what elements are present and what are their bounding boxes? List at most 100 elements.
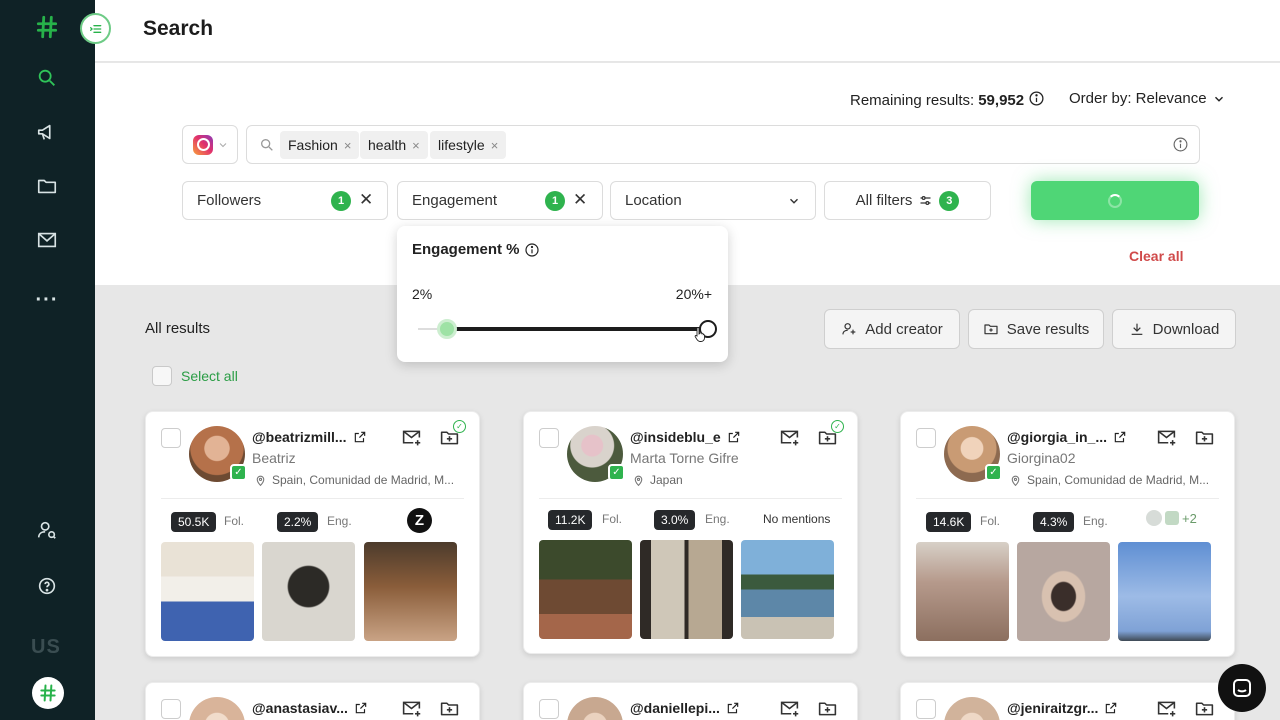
clear-all-link[interactable]: Clear all bbox=[1129, 248, 1183, 264]
card-checkbox[interactable] bbox=[161, 428, 181, 448]
help-icon[interactable] bbox=[30, 569, 64, 603]
download-button[interactable]: Download bbox=[1112, 309, 1236, 349]
saved-check-icon: ✓ bbox=[831, 420, 844, 433]
folder-plus-icon[interactable] bbox=[439, 698, 460, 720]
results-title: All results bbox=[145, 320, 211, 337]
creator-handle[interactable]: @beatrizmill... bbox=[252, 429, 367, 445]
external-link-icon[interactable] bbox=[354, 701, 368, 715]
creator-card[interactable]: @daniellepi... bbox=[523, 682, 858, 720]
hash-logo-icon[interactable] bbox=[30, 10, 64, 44]
more-icon[interactable]: ··· bbox=[30, 283, 64, 317]
region-label: US bbox=[31, 636, 61, 658]
creator-name: Marta Torne Gifre bbox=[630, 450, 739, 466]
creator-handle[interactable]: @jeniraitzgr... bbox=[1007, 700, 1118, 716]
select-all-checkbox[interactable] bbox=[152, 366, 172, 386]
post-thumbnail[interactable] bbox=[539, 540, 632, 639]
creator-handle[interactable]: @insideblu_e bbox=[630, 429, 741, 445]
info-icon[interactable] bbox=[1172, 136, 1189, 158]
verified-icon: ✓ bbox=[230, 464, 247, 481]
chat-widget-button[interactable] bbox=[1218, 664, 1266, 712]
creator-card[interactable]: @jeniraitzgr... bbox=[900, 682, 1235, 720]
post-thumbnail[interactable] bbox=[916, 542, 1009, 641]
mail-plus-icon[interactable] bbox=[401, 427, 422, 453]
engagement-filter[interactable]: Engagement 1 ✕ bbox=[397, 181, 603, 220]
card-checkbox[interactable] bbox=[916, 699, 936, 719]
search-icon[interactable] bbox=[30, 61, 64, 95]
external-link-icon[interactable] bbox=[353, 430, 367, 444]
brand-logo[interactable]: Z bbox=[407, 508, 432, 533]
mail-plus-icon[interactable] bbox=[779, 698, 800, 720]
followers-filter[interactable]: Followers 1 ✕ bbox=[182, 181, 388, 220]
folder-icon[interactable] bbox=[30, 169, 64, 203]
external-link-icon[interactable] bbox=[1113, 430, 1127, 444]
info-icon[interactable] bbox=[1028, 90, 1045, 111]
card-checkbox[interactable] bbox=[916, 428, 936, 448]
close-icon[interactable]: × bbox=[344, 138, 352, 153]
divider bbox=[916, 498, 1219, 499]
post-thumbnail[interactable] bbox=[161, 542, 254, 641]
chip-label: lifestyle bbox=[438, 137, 485, 153]
creator-handle[interactable]: @giorgia_in_... bbox=[1007, 429, 1127, 445]
post-thumbnail[interactable] bbox=[1118, 542, 1211, 641]
post-thumbnail[interactable] bbox=[364, 542, 457, 641]
info-icon[interactable] bbox=[524, 242, 540, 258]
creator-location: Japan bbox=[632, 473, 683, 487]
all-filters-button[interactable]: All filters 3 bbox=[824, 181, 991, 220]
creator-card[interactable]: @anastasiav... bbox=[145, 682, 480, 720]
location-filter[interactable]: Location bbox=[610, 181, 816, 220]
avatar-logo-icon[interactable] bbox=[32, 677, 64, 709]
mail-plus-icon[interactable] bbox=[1156, 427, 1177, 453]
post-thumbnail[interactable] bbox=[1017, 542, 1110, 641]
order-by-select[interactable]: Order by: Relevance bbox=[1069, 90, 1226, 107]
slider-track[interactable] bbox=[447, 327, 708, 331]
avatar[interactable] bbox=[567, 697, 623, 720]
post-thumbnail[interactable] bbox=[741, 540, 834, 639]
search-icon bbox=[259, 137, 275, 158]
select-all-label[interactable]: Select all bbox=[181, 368, 238, 384]
mail-plus-icon[interactable] bbox=[779, 427, 800, 453]
close-icon[interactable]: × bbox=[491, 138, 499, 153]
add-creator-button[interactable]: Add creator bbox=[824, 309, 960, 349]
card-checkbox[interactable] bbox=[539, 699, 559, 719]
creator-card[interactable]: ✓ @beatrizmill... Beatriz Spain, Comunid… bbox=[145, 411, 480, 657]
search-button[interactable] bbox=[1031, 181, 1199, 220]
keyword-chip[interactable]: lifestyle × bbox=[430, 131, 507, 159]
megaphone-icon[interactable] bbox=[30, 115, 64, 149]
menu-toggle-icon[interactable] bbox=[80, 13, 111, 44]
folder-plus-icon[interactable] bbox=[1194, 698, 1215, 720]
chevron-down-icon bbox=[790, 198, 798, 204]
keyword-chip[interactable]: Fashion × bbox=[280, 131, 360, 159]
external-link-icon[interactable] bbox=[727, 430, 741, 444]
external-link-icon[interactable] bbox=[1104, 701, 1118, 715]
mail-plus-icon[interactable] bbox=[401, 698, 422, 720]
brand-logos[interactable]: +2 bbox=[1146, 510, 1197, 526]
creator-handle[interactable]: @daniellepi... bbox=[630, 700, 740, 716]
save-results-button[interactable]: Save results bbox=[968, 309, 1104, 349]
search-input[interactable]: Fashion × health × lifestyle × bbox=[246, 125, 1200, 164]
creator-card[interactable]: ✓ @giorgia_in_... Giorgina02 Spain, Comu… bbox=[900, 411, 1235, 657]
close-icon[interactable]: ✕ bbox=[573, 190, 587, 210]
filter-count-badge: 3 bbox=[939, 190, 960, 211]
chip-label: Fashion bbox=[288, 137, 338, 153]
user-search-icon[interactable] bbox=[30, 513, 64, 547]
post-thumbnail[interactable] bbox=[262, 542, 355, 641]
avatar[interactable] bbox=[189, 697, 245, 720]
close-icon[interactable]: × bbox=[412, 138, 420, 153]
post-thumbnail[interactable] bbox=[640, 540, 733, 639]
external-link-icon[interactable] bbox=[726, 701, 740, 715]
card-checkbox[interactable] bbox=[539, 428, 559, 448]
keyword-chip[interactable]: health × bbox=[360, 131, 428, 159]
slider-min-handle[interactable] bbox=[437, 319, 457, 339]
order-by-label: Order by: Relevance bbox=[1069, 90, 1207, 107]
mail-plus-icon[interactable] bbox=[1156, 698, 1177, 720]
folder-plus-icon[interactable] bbox=[1194, 427, 1215, 453]
loading-spinner-icon bbox=[1108, 193, 1122, 208]
folder-plus-icon[interactable] bbox=[817, 698, 838, 720]
close-icon[interactable]: ✕ bbox=[359, 190, 373, 210]
creator-handle[interactable]: @anastasiav... bbox=[252, 700, 368, 716]
card-checkbox[interactable] bbox=[161, 699, 181, 719]
platform-select[interactable] bbox=[182, 125, 238, 164]
creator-card[interactable]: ✓ @insideblu_e Marta Torne Gifre Japan ✓… bbox=[523, 411, 858, 654]
avatar[interactable] bbox=[944, 697, 1000, 720]
mail-icon[interactable] bbox=[30, 223, 64, 257]
